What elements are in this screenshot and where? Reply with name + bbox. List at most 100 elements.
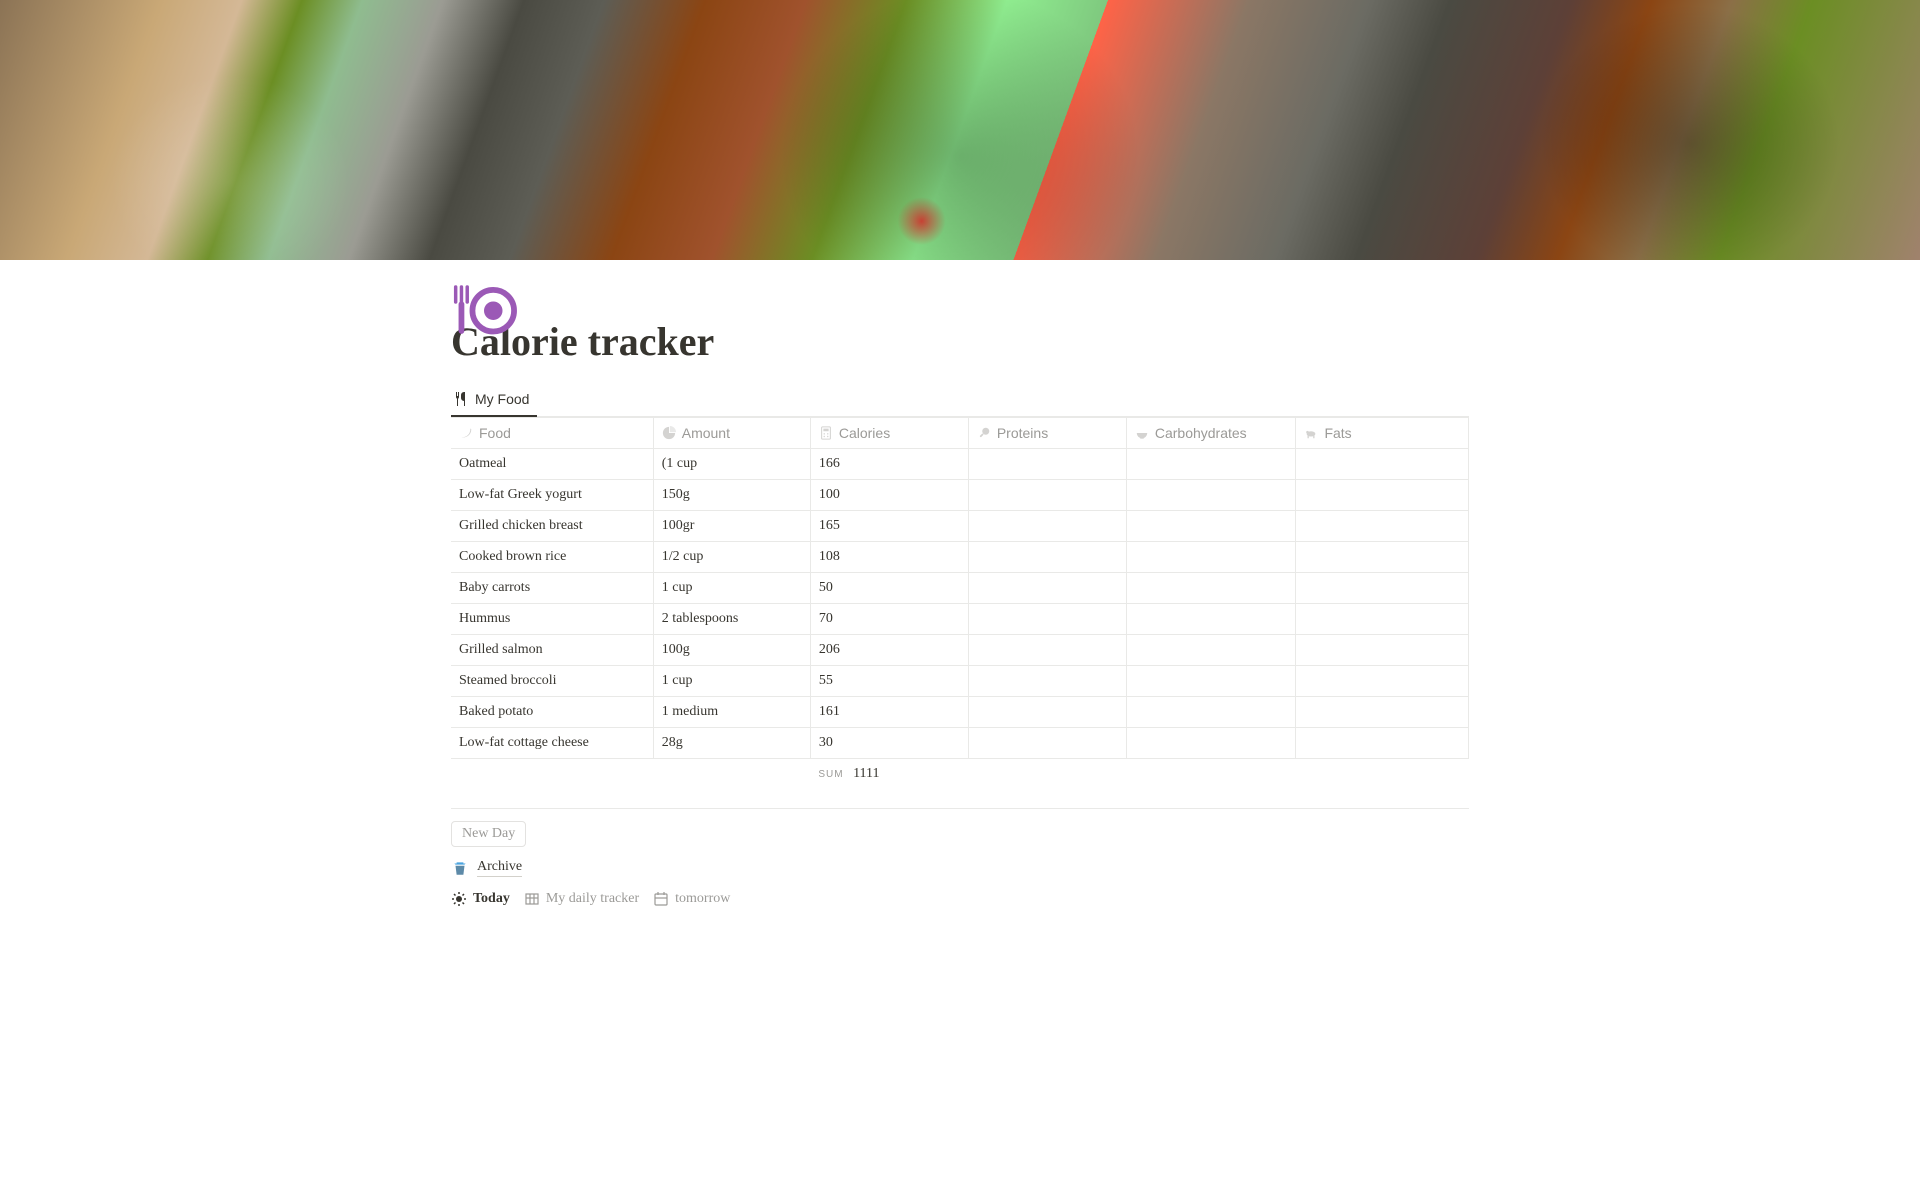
database-tabs: My Food bbox=[451, 385, 1469, 417]
cell-fats[interactable] bbox=[1296, 604, 1469, 635]
table-row[interactable]: Cooked brown rice1/2 cup108 bbox=[451, 542, 1469, 573]
utensils-icon bbox=[453, 391, 469, 407]
cell-proteins[interactable] bbox=[968, 666, 1126, 697]
col-food[interactable]: Food bbox=[451, 418, 653, 449]
col-proteins[interactable]: Proteins bbox=[968, 418, 1126, 449]
food-table: Food Amount Calories Proteins Carbohydra… bbox=[451, 417, 1469, 790]
cell-food[interactable]: Cooked brown rice bbox=[451, 542, 653, 573]
cell-carbs[interactable] bbox=[1126, 604, 1296, 635]
cell-proteins[interactable] bbox=[968, 728, 1126, 759]
archive-link[interactable]: Archive bbox=[451, 859, 1469, 877]
cell-fats[interactable] bbox=[1296, 480, 1469, 511]
cell-amount[interactable]: 28g bbox=[653, 728, 810, 759]
table-row[interactable]: Grilled chicken breast100gr165 bbox=[451, 511, 1469, 542]
cell-fats[interactable] bbox=[1296, 635, 1469, 666]
cell-carbs[interactable] bbox=[1126, 635, 1296, 666]
sum-row: SUM 1111 bbox=[451, 759, 1469, 790]
cell-carbs[interactable] bbox=[1126, 480, 1296, 511]
cell-amount[interactable]: 100gr bbox=[653, 511, 810, 542]
cell-carbs[interactable] bbox=[1126, 511, 1296, 542]
cell-calories[interactable]: 166 bbox=[810, 449, 968, 480]
table-icon bbox=[524, 891, 540, 907]
cell-carbs[interactable] bbox=[1126, 728, 1296, 759]
cell-proteins[interactable] bbox=[968, 542, 1126, 573]
table-row[interactable]: Grilled salmon100g206 bbox=[451, 635, 1469, 666]
link-daily-tracker[interactable]: My daily tracker bbox=[524, 891, 639, 907]
cell-calories[interactable]: 30 bbox=[810, 728, 968, 759]
cell-food[interactable]: Steamed broccoli bbox=[451, 666, 653, 697]
cell-amount[interactable]: 1 medium bbox=[653, 697, 810, 728]
table-row[interactable]: Baby carrots1 cup50 bbox=[451, 573, 1469, 604]
cell-carbs[interactable] bbox=[1126, 666, 1296, 697]
cell-food[interactable]: Baby carrots bbox=[451, 573, 653, 604]
cell-food[interactable]: Grilled salmon bbox=[451, 635, 653, 666]
drumstick-icon bbox=[977, 426, 991, 440]
bowl-icon bbox=[1135, 426, 1149, 440]
divider bbox=[451, 808, 1469, 809]
cell-fats[interactable] bbox=[1296, 697, 1469, 728]
cell-calories[interactable]: 100 bbox=[810, 480, 968, 511]
inline-links: Today My daily tracker tomorrow bbox=[451, 891, 1469, 907]
cell-calories[interactable]: 161 bbox=[810, 697, 968, 728]
link-today[interactable]: Today bbox=[451, 891, 510, 907]
col-calories[interactable]: Calories bbox=[810, 418, 968, 449]
cell-proteins[interactable] bbox=[968, 449, 1126, 480]
calculator-icon bbox=[819, 426, 833, 440]
table-row[interactable]: Hummus2 tablespoons70 bbox=[451, 604, 1469, 635]
table-header-row: Food Amount Calories Proteins Carbohydra… bbox=[451, 418, 1469, 449]
cell-amount[interactable]: 100g bbox=[653, 635, 810, 666]
table-row[interactable]: Baked potato1 medium161 bbox=[451, 697, 1469, 728]
page-icon[interactable] bbox=[445, 274, 523, 352]
cell-proteins[interactable] bbox=[968, 635, 1126, 666]
cell-fats[interactable] bbox=[1296, 573, 1469, 604]
page-title[interactable]: Calorie tracker bbox=[451, 318, 1469, 365]
cell-calories[interactable]: 165 bbox=[810, 511, 968, 542]
cell-proteins[interactable] bbox=[968, 697, 1126, 728]
cell-carbs[interactable] bbox=[1126, 697, 1296, 728]
table-row[interactable]: Oatmeal(1 cup166 bbox=[451, 449, 1469, 480]
cell-calories[interactable]: 108 bbox=[810, 542, 968, 573]
cell-fats[interactable] bbox=[1296, 542, 1469, 573]
cell-fats[interactable] bbox=[1296, 449, 1469, 480]
cell-carbs[interactable] bbox=[1126, 542, 1296, 573]
col-carbs[interactable]: Carbohydrates bbox=[1126, 418, 1296, 449]
cell-calories[interactable]: 55 bbox=[810, 666, 968, 697]
cell-proteins[interactable] bbox=[968, 511, 1126, 542]
cell-amount[interactable]: 150g bbox=[653, 480, 810, 511]
cell-amount[interactable]: 1/2 cup bbox=[653, 542, 810, 573]
tab-label: My Food bbox=[475, 391, 529, 407]
tab-my-food[interactable]: My Food bbox=[451, 385, 537, 417]
cell-calories[interactable]: 50 bbox=[810, 573, 968, 604]
cell-fats[interactable] bbox=[1296, 511, 1469, 542]
cell-amount[interactable]: 2 tablespoons bbox=[653, 604, 810, 635]
sun-icon bbox=[451, 891, 467, 907]
cell-amount[interactable]: (1 cup bbox=[653, 449, 810, 480]
cell-food[interactable]: Baked potato bbox=[451, 697, 653, 728]
cell-food[interactable]: Low-fat Greek yogurt bbox=[451, 480, 653, 511]
cell-amount[interactable]: 1 cup bbox=[653, 573, 810, 604]
new-day-button[interactable]: New Day bbox=[451, 821, 526, 847]
cell-food[interactable]: Hummus bbox=[451, 604, 653, 635]
col-amount[interactable]: Amount bbox=[653, 418, 810, 449]
cell-food[interactable]: Grilled chicken breast bbox=[451, 511, 653, 542]
table-row[interactable]: Steamed broccoli1 cup55 bbox=[451, 666, 1469, 697]
table-row[interactable]: Low-fat Greek yogurt150g100 bbox=[451, 480, 1469, 511]
cell-carbs[interactable] bbox=[1126, 449, 1296, 480]
link-tomorrow[interactable]: tomorrow bbox=[653, 891, 730, 907]
banana-icon bbox=[459, 426, 473, 440]
cell-food[interactable]: Oatmeal bbox=[451, 449, 653, 480]
cell-calories[interactable]: 70 bbox=[810, 604, 968, 635]
cell-carbs[interactable] bbox=[1126, 573, 1296, 604]
calendar-icon bbox=[653, 891, 669, 907]
cell-amount[interactable]: 1 cup bbox=[653, 666, 810, 697]
cell-fats[interactable] bbox=[1296, 666, 1469, 697]
trash-icon bbox=[451, 859, 469, 877]
cell-proteins[interactable] bbox=[968, 573, 1126, 604]
cell-food[interactable]: Low-fat cottage cheese bbox=[451, 728, 653, 759]
table-row[interactable]: Low-fat cottage cheese28g30 bbox=[451, 728, 1469, 759]
cell-proteins[interactable] bbox=[968, 604, 1126, 635]
col-fats[interactable]: Fats bbox=[1296, 418, 1469, 449]
cell-fats[interactable] bbox=[1296, 728, 1469, 759]
cell-calories[interactable]: 206 bbox=[810, 635, 968, 666]
cell-proteins[interactable] bbox=[968, 480, 1126, 511]
